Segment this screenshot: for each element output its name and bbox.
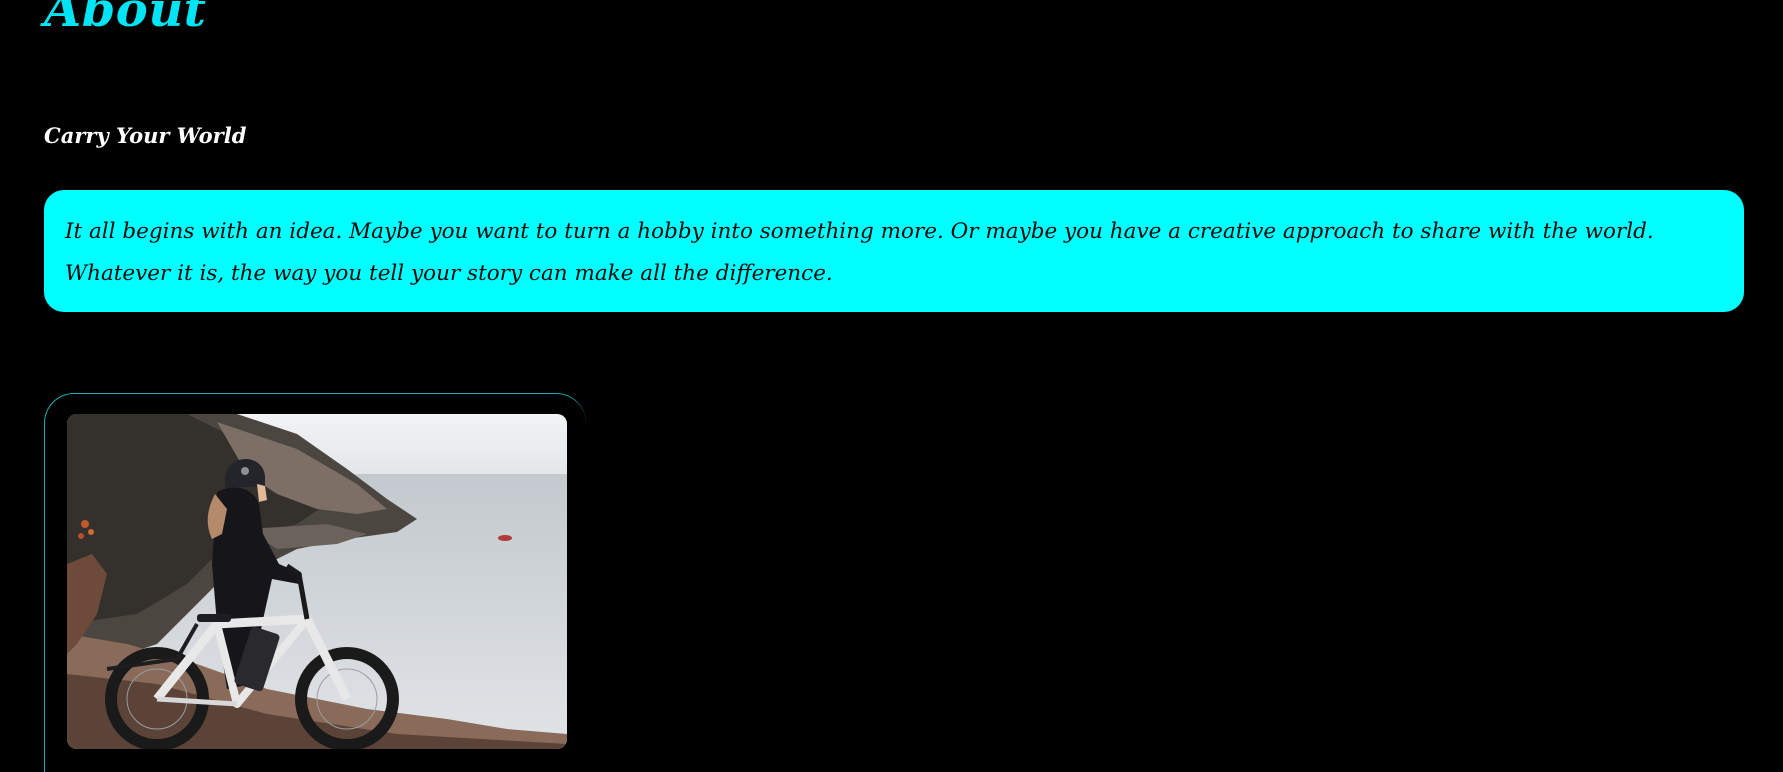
page-subtitle: Carry Your World [44, 123, 247, 148]
bike-photo-illustration [67, 414, 567, 749]
image-frame [44, 393, 586, 772]
intro-text: It all begins with an idea. Maybe you wa… [65, 219, 1654, 286]
bike-photo [67, 414, 567, 749]
intro-callout: It all begins with an idea. Maybe you wa… [44, 190, 1744, 312]
page-title: About [44, 0, 207, 38]
